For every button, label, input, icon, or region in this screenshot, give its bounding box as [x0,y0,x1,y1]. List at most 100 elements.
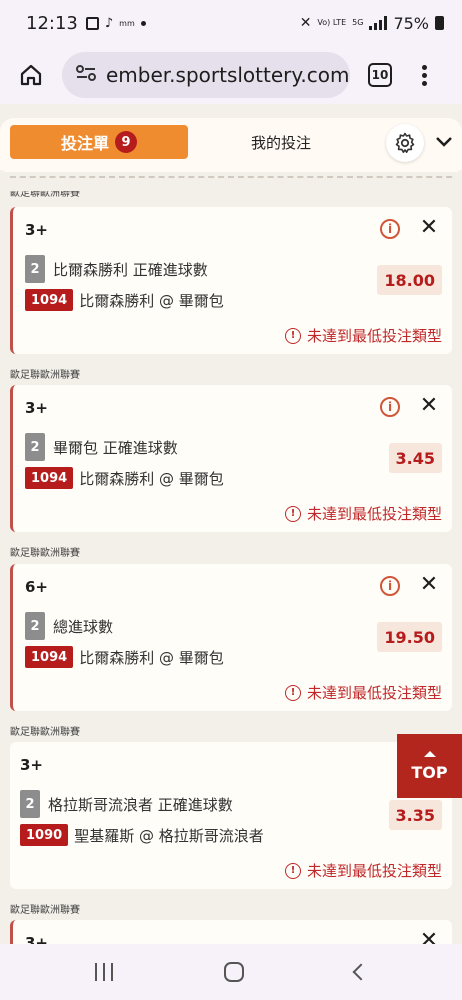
tab-switcher-button[interactable]: 10 [368,63,392,87]
league-label: 歐足聯歐洲聯賽 [10,370,80,380]
gallery-icon [85,16,99,30]
close-icon[interactable]: ✕ [418,395,440,417]
close-icon[interactable]: ✕ [418,574,440,596]
alert-icon: ! [284,862,301,879]
header-divider [0,176,462,178]
match-row: 1090 聖基羅斯 @ 格拉斯哥流浪者 [20,824,264,846]
bet-card: 3+ 2 格拉斯哥流浪者 正確進球數 1090 聖基羅斯 @ 格拉斯哥流浪者 3… [10,742,452,889]
warning-message: ! 未達到最低投注類型 [284,682,442,703]
warning-message: ! 未達到最低投注類型 [284,860,442,881]
recent-apps-icon[interactable] [95,963,114,981]
match-row: 1094 比爾森勝利 @ 畢爾包 [25,646,224,668]
match-text: 比爾森勝利 @ 畢爾包 [79,648,224,667]
league-label: 歐足聯歐洲聯賽 [10,727,80,737]
bet-card: 6+ i ✕ 2 總進球數 1094 比爾森勝利 @ 畢爾包 19.50 ! 未… [10,564,452,711]
warning-text: 未達到最低投注類型 [306,684,442,702]
battery-icon [435,16,444,30]
bet-card: 3+ ✕ [10,920,452,944]
match-row: 1094 比爾森勝利 @ 畢爾包 [25,467,224,489]
close-icon[interactable]: ✕ [418,930,440,945]
back-icon[interactable] [352,963,370,981]
league-label: 歐足聯歐洲聯賽 [10,905,80,915]
status-time: 12:13 [26,12,78,34]
browser-toolbar: ember.sportslottery.com.tw 10 [0,46,462,104]
match-text: 比爾森勝利 @ 畢爾包 [79,469,224,488]
match-code: 1090 [20,824,69,846]
warning-text: 未達到最低投注類型 [306,862,442,880]
bet-type: 3+ [20,756,44,774]
bet-card: 3+ i ✕ 2 比爾森勝利 正確進球數 1094 比爾森勝利 @ 畢爾包 18… [10,207,452,354]
odds-value: 3.35 [388,800,442,830]
tiktok-icon: ♪ [104,15,114,31]
selection-row: 2 格拉斯哥流浪者 正確進球數 [20,790,233,818]
selection-row: 2 比爾森勝利 正確進球數 [25,255,208,283]
home-button[interactable] [0,46,62,104]
bet-type: 3+ [25,221,49,239]
league-label: 歐足聯歐洲聯賽 [10,548,80,558]
selection-number: 2 [25,433,45,461]
warning-text: 未達到最低投注類型 [306,505,442,523]
url-text[interactable]: ember.sportslottery.com.tw [106,63,350,87]
app-notification-icon: mm [119,18,135,28]
league-label: 歐足聯歐洲聯賽 [10,191,80,199]
url-bar[interactable]: ember.sportslottery.com.tw [62,52,350,98]
warning-message: ! 未達到最低投注類型 [284,503,442,524]
match-text: 比爾森勝利 @ 畢爾包 [79,291,224,310]
odds-value: 18.00 [377,265,442,295]
alert-icon: ! [284,505,301,522]
match-row: 1094 比爾森勝利 @ 畢爾包 [25,289,224,311]
battery-percent: 75% [393,13,429,33]
close-icon[interactable]: ✕ [418,217,440,239]
arrow-up-icon [423,750,436,757]
odds-value: 3.45 [388,443,442,473]
alert-icon: ! [284,327,301,344]
info-icon[interactable]: i [380,576,400,596]
home-icon [20,64,42,86]
warning-text: 未達到最低投注類型 [306,327,442,345]
mute-icon: ✕ [299,15,312,31]
notification-icons: ♪ mm [85,15,146,31]
more-notifications-icon [140,20,146,26]
match-code: 1094 [25,289,74,311]
volte-indicator: Vo) LTE [317,18,347,27]
alert-icon: ! [284,684,301,701]
info-icon[interactable]: i [380,219,400,239]
tab-betslip[interactable]: 投注單 9 [10,125,188,159]
selection-text: 總進球數 [53,617,114,636]
match-code: 1094 [25,467,74,489]
selection-text: 比爾森勝利 正確進球數 [53,260,208,279]
status-bar: 12:13 ♪ mm ✕ Vo) LTE 5G 75% [0,0,462,46]
bet-type: 6+ [25,578,49,596]
info-icon[interactable]: i [380,397,400,417]
selection-text: 格拉斯哥流浪者 正確進球數 [48,795,233,814]
bet-type: 3+ [25,399,49,417]
browser-menu-icon[interactable] [414,64,434,86]
scroll-top-button[interactable]: TOP [397,734,462,798]
betslip-count-badge: 9 [115,131,137,153]
ticket-notch-right [455,170,462,184]
match-text: 聖基羅斯 @ 格拉斯哥流浪者 [74,826,264,845]
bet-type: 3+ [25,934,49,944]
signal-icon [369,16,388,30]
collapse-button[interactable] [432,130,456,154]
selection-row: 2 畢爾包 正確進球數 [25,433,178,461]
site-settings-icon[interactable] [76,64,96,86]
selection-number: 2 [20,790,40,818]
tab-betslip-label: 投注單 [60,134,109,153]
match-code: 1094 [25,646,74,668]
network-type: 5G [352,18,364,27]
selection-number: 2 [25,255,45,283]
warning-message: ! 未達到最低投注類型 [284,325,442,346]
odds-value: 19.50 [377,622,442,652]
top-label: TOP [411,762,448,782]
tab-my-bets[interactable]: 我的投注 [200,125,362,159]
settings-button[interactable] [386,124,424,162]
selection-text: 畢爾包 正確進球數 [53,438,178,457]
home-nav-icon[interactable] [223,962,244,982]
gear-icon [395,132,415,153]
selection-row: 2 總進球數 [25,612,113,640]
bet-card: 3+ i ✕ 2 畢爾包 正確進球數 1094 比爾森勝利 @ 畢爾包 3.45… [10,385,452,532]
system-nav-bar [0,944,462,1000]
selection-number: 2 [25,612,45,640]
chevron-down-icon [436,137,452,147]
